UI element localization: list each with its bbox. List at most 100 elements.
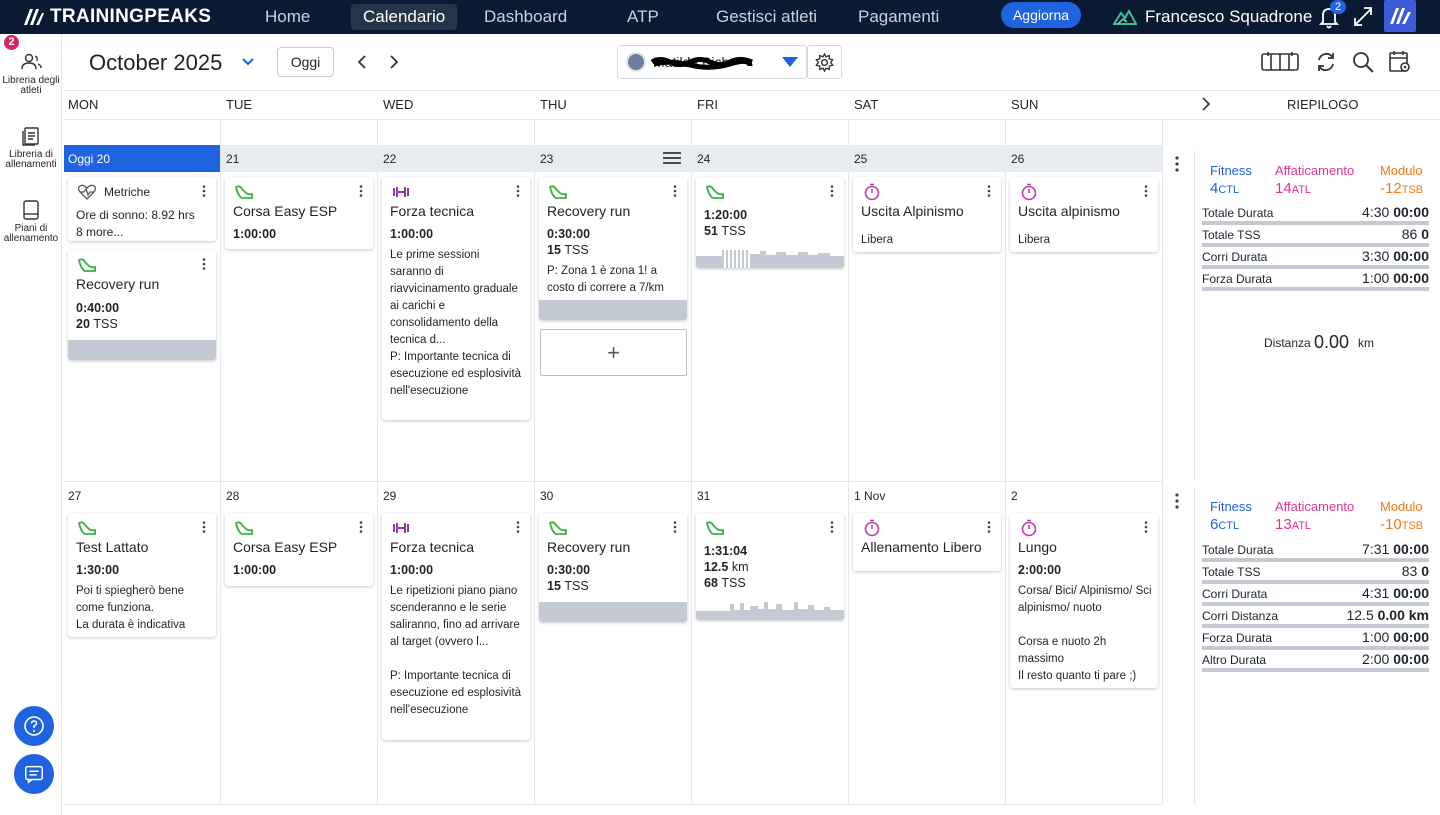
nav-home[interactable]: Home	[253, 4, 322, 30]
card-options-icon[interactable]	[673, 185, 677, 197]
upgrade-button[interactable]: Aggiorna	[1001, 2, 1081, 28]
week-options-icon[interactable]	[1175, 156, 1179, 172]
card-options-icon[interactable]	[359, 521, 363, 533]
chevron-right-icon[interactable]	[387, 54, 401, 70]
caret-down-icon[interactable]	[781, 56, 799, 68]
sync-icon[interactable]	[1314, 49, 1338, 75]
sidebar-item-training-plans[interactable]: Piani di allenamento	[2, 200, 60, 244]
atl-unit: ATL	[1291, 184, 1312, 196]
tss-unit: TSS	[564, 579, 589, 593]
workout-card-recovery-run[interactable]: Recovery run 0:30:00 15 TSS	[539, 513, 687, 622]
fatigue-value: 14	[1275, 180, 1292, 197]
column-divider	[220, 120, 221, 804]
date-label: 31	[697, 489, 711, 503]
compliance-bar	[539, 300, 687, 320]
hamburger-icon[interactable]	[662, 151, 682, 165]
tss-unit: TSS	[721, 576, 746, 590]
card-options-icon[interactable]	[516, 185, 520, 197]
calendar-settings-icon[interactable]	[1388, 49, 1412, 75]
summary-row: Totale Durata 4:30 00:00	[1202, 203, 1429, 225]
workout-card-lungo[interactable]: Lungo 2:00:00 Corsa/ Bici/ Alpinismo/ Sc…	[1010, 513, 1158, 688]
workout-description: Corsa e nuoto 2h massimo	[1018, 636, 1107, 665]
day-header-sun: SUN	[1011, 97, 1039, 112]
distance-unit: km	[731, 560, 749, 574]
fatigue-label: Affaticamento	[1275, 499, 1355, 514]
nav-gestisci-atleti[interactable]: Gestisci atleti	[704, 4, 829, 30]
card-options-icon[interactable]	[673, 521, 677, 533]
workout-card-recovery-run[interactable]: Recovery run 0:30:00 15 TSS P: Zona 1 è …	[539, 177, 687, 320]
trainingpeaks-logo-icon	[24, 9, 44, 25]
ctl-unit: CTL	[1218, 184, 1240, 196]
expand-icon[interactable]	[1352, 4, 1374, 28]
stopwatch-icon	[1021, 519, 1037, 537]
date-label: 27	[68, 489, 82, 503]
nav-calendario[interactable]: Calendario	[351, 4, 458, 30]
sidebar-item-workout-library[interactable]: Libreria di allenamenti	[2, 126, 60, 170]
current-month[interactable]: October 2025	[89, 50, 222, 76]
workout-card-forza-tecnica[interactable]: Forza tecnica 1:00:00 Le ripetizioni pia…	[382, 513, 530, 740]
form-label: Modulo	[1380, 499, 1423, 514]
form-value: -12	[1380, 180, 1402, 197]
help-button[interactable]	[14, 706, 54, 746]
workout-description: Le ripetizioni piano piano scenderanno e…	[390, 585, 520, 648]
summary-row-label: Corri Durata	[1202, 587, 1268, 601]
search-icon[interactable]	[1351, 49, 1375, 75]
trainingpeaks-logo[interactable]: TRAININGPEAKS	[22, 4, 211, 30]
today-button[interactable]: Oggi	[277, 47, 334, 77]
card-options-icon[interactable]	[202, 258, 206, 270]
date-label: 24	[697, 152, 711, 166]
card-options-icon[interactable]	[987, 521, 991, 533]
nav-pagamenti[interactable]: Pagamenti	[846, 4, 951, 30]
add-workout-button[interactable]: +	[540, 329, 687, 376]
coach-account[interactable]: Francesco Squadrone	[1113, 4, 1312, 30]
summary-row: Corri Distanza 12.5 0.00 km	[1202, 606, 1429, 628]
compliance-bar	[539, 602, 687, 622]
workout-card-test-lattato[interactable]: Test Lattato 1:30:00 Poi ti spiegherò be…	[68, 513, 216, 637]
workout-title: Uscita alpinismo	[1018, 203, 1120, 219]
more-metrics-link[interactable]: 8 more...	[76, 225, 123, 239]
workout-profile-graph	[696, 250, 844, 268]
metrics-card[interactable]: Metriche Ore di sonno: 8.92 hrs 8 more..…	[68, 177, 216, 241]
date-label: 29	[383, 489, 397, 503]
card-options-icon[interactable]	[202, 521, 206, 533]
workout-card-uscita-alpinismo[interactable]: Uscita alpinismo Libera	[1010, 177, 1158, 252]
date-label: 21	[226, 152, 240, 166]
workout-card-corsa-easy[interactable]: Corsa Easy ESP 1:00:00	[225, 513, 373, 586]
card-options-icon[interactable]	[359, 185, 363, 197]
workout-card-uscita-alpinismo[interactable]: Uscita Alpinismo Libera	[853, 177, 1001, 252]
workout-card-completed-run[interactable]: 1:20:00 51 TSS	[696, 177, 844, 268]
nav-atp[interactable]: ATP	[615, 4, 671, 30]
workout-duration: 1:00:00	[233, 227, 277, 241]
calendar-settings-button[interactable]	[807, 45, 842, 79]
user-avatar[interactable]	[1384, 0, 1416, 32]
run-icon	[234, 185, 253, 199]
chevron-down-icon[interactable]	[240, 54, 256, 70]
workout-card-completed-run[interactable]: 1:31:04 12.5 km 68 TSS	[696, 513, 844, 620]
chevron-right-icon[interactable]	[1200, 96, 1212, 112]
workout-description: Libera	[861, 234, 893, 246]
sleep-hours: Ore di sonno: 8.92 hrs	[76, 208, 195, 222]
stopwatch-icon	[864, 183, 880, 201]
workout-card-allenamento-libero[interactable]: Allenamento Libero	[853, 513, 1001, 571]
chat-button[interactable]	[14, 754, 54, 794]
card-options-icon[interactable]	[1144, 521, 1148, 533]
nav-dashboard[interactable]: Dashboard	[472, 4, 579, 30]
redaction-scribble	[650, 57, 753, 70]
card-options-icon[interactable]	[987, 185, 991, 197]
summary-row-label: Totale TSS	[1202, 565, 1261, 579]
card-options-icon[interactable]	[202, 185, 206, 197]
summary-row: Forza Durata 1:00 00:00	[1202, 628, 1429, 650]
week-options-icon[interactable]	[1175, 493, 1179, 509]
week-view-icon[interactable]	[1260, 49, 1300, 75]
card-options-icon[interactable]	[830, 185, 834, 197]
workout-tss: 51	[704, 224, 718, 238]
card-options-icon[interactable]	[1144, 185, 1148, 197]
workout-card-recovery-run[interactable]: Recovery run 0:40:00 20 TSS	[68, 250, 216, 360]
summary-completed: 00:00	[1393, 651, 1429, 667]
card-options-icon[interactable]	[830, 521, 834, 533]
workout-card-corsa-easy[interactable]: Corsa Easy ESP 1:00:00	[225, 177, 373, 249]
workout-card-forza-tecnica[interactable]: Forza tecnica 1:00:00 Le prime sessioni …	[382, 177, 530, 420]
sidebar-item-athlete-library[interactable]: Libreria degli atleti	[2, 52, 60, 96]
card-options-icon[interactable]	[516, 521, 520, 533]
chevron-left-icon[interactable]	[355, 54, 369, 70]
